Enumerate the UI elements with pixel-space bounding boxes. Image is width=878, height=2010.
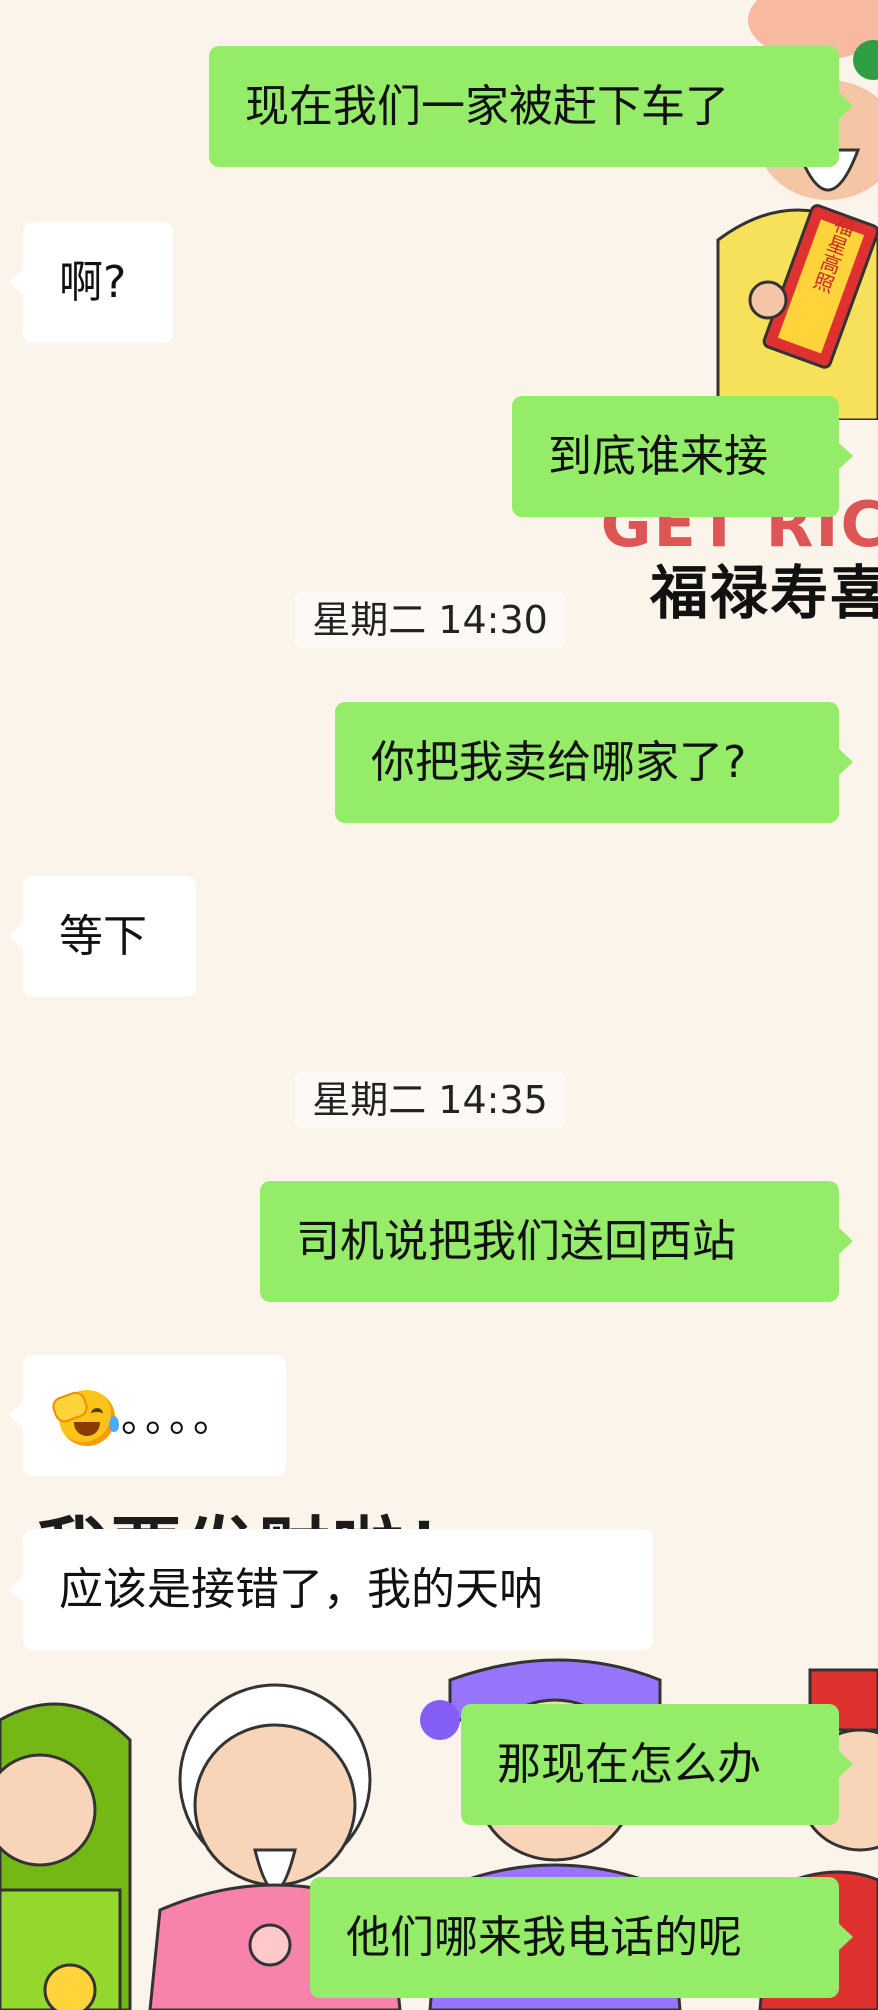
message-incoming[interactable]: 。。。。 — [9, 1355, 286, 1476]
timestamp: 星期二 14:30 — [295, 592, 565, 648]
message-incoming[interactable]: 啊? — [9, 222, 173, 343]
message-text: 。。。。 — [121, 1394, 237, 1441]
message-outgoing[interactable]: 他们哪来我电话的呢 — [310, 1877, 853, 1998]
timestamp: 星期二 14:35 — [295, 1072, 565, 1128]
chat-area[interactable]: 福星高照 GET RIC 福禄寿喜 我要发财啦！ 现在我们一家被赶下车了 啊? … — [0, 0, 878, 2010]
message-incoming[interactable]: 应该是接错了，我的天呐 — [9, 1529, 653, 1650]
message-outgoing[interactable]: 到底谁来接 — [512, 396, 853, 517]
message-outgoing[interactable]: 现在我们一家被赶下车了 — [209, 46, 853, 167]
scroll-text: 福星高照 — [808, 211, 858, 295]
message-incoming[interactable]: 等下 — [9, 876, 196, 997]
message-outgoing[interactable]: 那现在怎么办 — [461, 1704, 853, 1825]
message-outgoing[interactable]: 你把我卖给哪家了? — [335, 702, 853, 823]
message-outgoing[interactable]: 司机说把我们送回西站 — [260, 1181, 853, 1302]
bg-blessing-text: 福禄寿喜 — [649, 559, 878, 627]
facepalm-crying-laugh-emoji — [49, 1388, 119, 1446]
